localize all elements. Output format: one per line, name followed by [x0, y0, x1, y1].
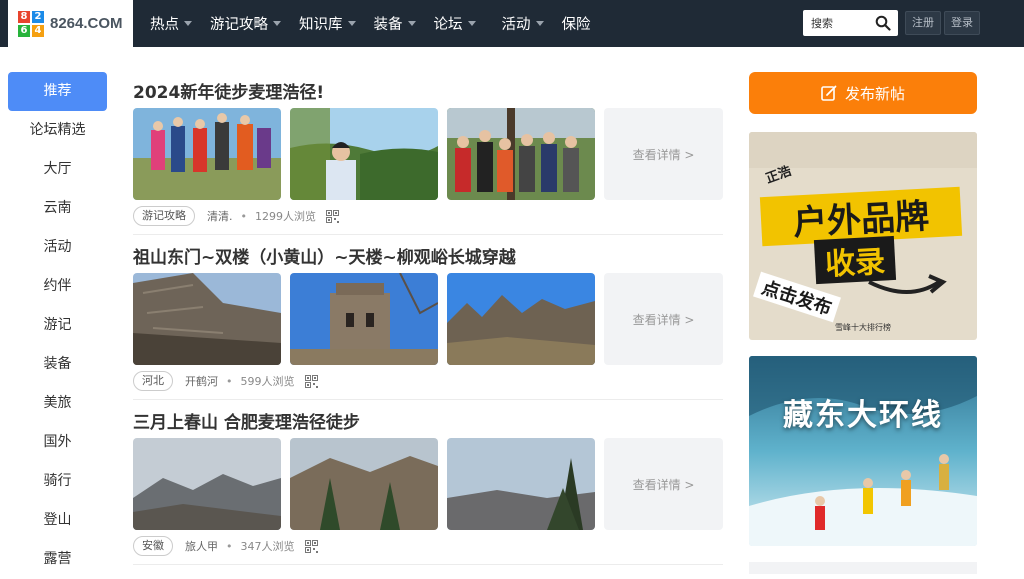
sidebar-item-travelogue[interactable]: 游记	[8, 306, 107, 345]
edit-icon	[821, 85, 837, 101]
post-photo[interactable]	[133, 438, 281, 530]
nav-item-gear[interactable]: 装备	[374, 13, 416, 34]
sidebar-item-recommend[interactable]: 推荐	[8, 72, 107, 111]
post-card[interactable]: 三月上春山 合肥麦理浩径徒步 查看详情 > 安徽 旅人甲 • 347人浏览	[133, 410, 723, 565]
post-title[interactable]: 三月上春山 合肥麦理浩径徒步	[133, 410, 723, 436]
post-card[interactable]: 2024新年徒步麦理浩径! 查看详情 > 游记攻略 清清. • 1299人浏览	[133, 80, 723, 235]
sidebar-item-abroad[interactable]: 国外	[8, 423, 107, 462]
publish-post-button[interactable]: 发布新帖	[749, 72, 977, 114]
login-button[interactable]: 登录	[944, 11, 980, 35]
nav-item-insurance[interactable]: 保险	[562, 13, 591, 34]
view-details-link[interactable]: 查看详情 >	[604, 108, 723, 200]
post-tag[interactable]: 游记攻略	[133, 206, 195, 226]
chevron-down-icon	[407, 21, 416, 26]
sidebar-item-hall[interactable]: 大厅	[8, 150, 107, 189]
sidebar-item-companion[interactable]: 约伴	[8, 267, 107, 306]
sidebar-item-gear[interactable]: 装备	[8, 345, 107, 384]
banner-title: 藏东大环线	[783, 398, 943, 433]
post-card[interactable]: 祖山东门~双楼（小黄山）~天楼~柳观峪长城穿越 查看详情 > 河北 开鹤河 • …	[133, 245, 723, 400]
post-title[interactable]: 2024新年徒步麦理浩径!	[133, 80, 723, 106]
post-meta: 安徽 旅人甲 • 347人浏览	[133, 536, 318, 556]
view-details-link[interactable]: 查看详情 >	[604, 273, 723, 365]
brand-collection-banner[interactable]: 正浩 户外品牌 收录 点击发布 雪峰十大排行榜	[749, 132, 977, 340]
post-author[interactable]: 开鹤河	[185, 373, 218, 389]
post-photo[interactable]	[290, 273, 438, 365]
register-button[interactable]: 注册	[905, 11, 941, 35]
post-photo[interactable]	[133, 273, 281, 365]
post-thumbnails: 查看详情 >	[133, 108, 723, 200]
divider	[133, 399, 723, 400]
sidebar-item-beauty-travel[interactable]: 美旅	[8, 384, 107, 423]
post-thumbnails: 查看详情 >	[133, 438, 723, 530]
post-title[interactable]: 祖山东门~双楼（小黄山）~天楼~柳观峪长城穿越	[133, 245, 723, 271]
post-photo[interactable]	[290, 108, 438, 200]
post-thumbnails: 查看详情 >	[133, 273, 723, 365]
main-nav: 热点 游记攻略 知识库 装备 论坛 活动 保险	[150, 0, 609, 47]
chevron-down-icon	[184, 21, 192, 26]
sidebar-item-cycling[interactable]: 骑行	[8, 462, 107, 501]
post-views: 347人浏览	[240, 540, 295, 553]
divider	[133, 564, 723, 565]
post-photo[interactable]	[447, 108, 595, 200]
top-navbar: 8 2 6 4 8264.COM 热点 游记攻略 知识库 装备 论坛 活动 保险…	[0, 0, 1024, 47]
banner-title-secondary: 收录	[813, 235, 897, 285]
nav-item-knowledge[interactable]: 知识库	[299, 13, 356, 34]
post-photo[interactable]	[447, 273, 595, 365]
logo-text: 8264.COM	[50, 15, 123, 32]
nav-item-hot[interactable]: 热点	[150, 13, 192, 34]
sidebar-item-yunnan[interactable]: 云南	[8, 189, 107, 228]
post-tag[interactable]: 安徽	[133, 536, 173, 556]
sidebar-item-climbing[interactable]: 登山	[8, 501, 107, 540]
banner-footer: 雪峰十大排行榜	[835, 323, 891, 332]
view-details-link[interactable]: 查看详情 >	[604, 438, 723, 530]
post-tag[interactable]: 河北	[133, 371, 173, 391]
chevron-down-icon	[273, 21, 281, 26]
sidebar-item-forum-picks[interactable]: 论坛精选	[8, 111, 107, 150]
divider	[133, 234, 723, 235]
qr-code-icon[interactable]	[304, 374, 318, 388]
search-input[interactable]: 搜索	[803, 10, 898, 36]
sidebar-item-camping[interactable]: 露营	[8, 540, 107, 579]
post-meta: 游记攻略 清清. • 1299人浏览	[133, 206, 339, 226]
nav-item-forum[interactable]: 论坛	[434, 13, 476, 34]
chevron-down-icon	[467, 21, 476, 26]
nav-item-activity[interactable]: 活动	[502, 13, 544, 34]
sidebar-item-activity[interactable]: 活动	[8, 228, 107, 267]
post-photo[interactable]	[447, 438, 595, 530]
post-views: 599人浏览	[240, 375, 295, 388]
post-author[interactable]: 旅人甲	[185, 538, 218, 554]
nav-item-travelogue[interactable]: 游记攻略	[210, 13, 281, 34]
qr-code-icon[interactable]	[304, 539, 318, 553]
post-photo[interactable]	[290, 438, 438, 530]
search-icon[interactable]	[875, 15, 891, 31]
qr-code-icon[interactable]	[326, 209, 339, 223]
tour-banner[interactable]: 藏东大环线	[749, 356, 977, 546]
post-views: 1299人浏览	[255, 210, 316, 223]
logo-mark-icon: 8 2 6 4	[18, 10, 44, 37]
next-card-edge	[749, 562, 977, 574]
category-sidebar: 推荐 论坛精选 大厅 云南 活动 约伴 游记 装备 美旅 国外 骑行 登山 露营	[8, 72, 107, 579]
post-meta: 河北 开鹤河 • 599人浏览	[133, 371, 318, 391]
post-photo[interactable]	[133, 108, 281, 200]
chevron-down-icon	[347, 21, 356, 26]
site-logo[interactable]: 8 2 6 4 8264.COM	[8, 0, 133, 47]
chevron-down-icon	[535, 21, 544, 26]
post-author[interactable]: 清清.	[207, 208, 233, 224]
